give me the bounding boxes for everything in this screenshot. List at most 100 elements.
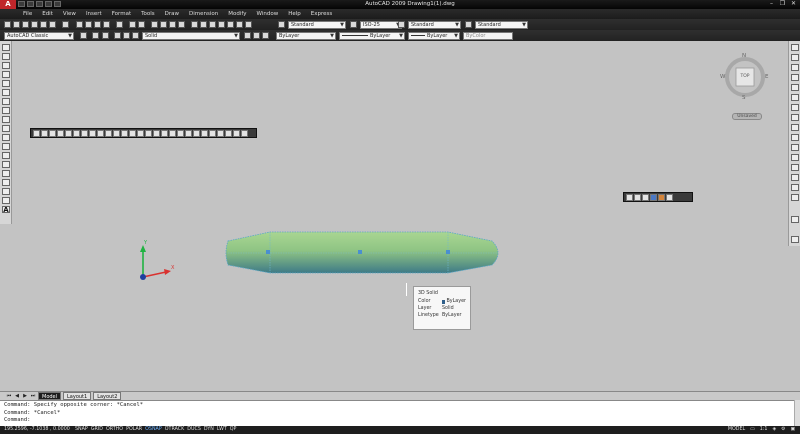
sheet-set-icon[interactable] [218, 21, 225, 28]
subtract-icon[interactable] [161, 129, 168, 137]
menu-format[interactable]: Format [107, 9, 136, 19]
3d-rotate-icon[interactable] [185, 129, 192, 137]
menu-insert[interactable]: Insert [81, 9, 107, 19]
section-plane-icon[interactable] [209, 129, 216, 137]
freeze-icon[interactable] [123, 32, 130, 39]
convert-to-solid-icon[interactable] [233, 129, 240, 137]
array-icon[interactable] [791, 84, 799, 91]
3d-move-icon[interactable] [177, 129, 184, 137]
viewcube[interactable]: TOP N S E W [720, 52, 770, 102]
tab-model[interactable]: Model [38, 392, 62, 400]
multileader-style-icon[interactable] [465, 21, 472, 28]
pan-icon[interactable] [151, 21, 158, 28]
tab-layout1[interactable]: Layout1 [63, 392, 92, 400]
lineweight-select[interactable]: ByLayer ▼ [408, 32, 460, 40]
redo-icon[interactable] [138, 21, 145, 28]
extrude-icon[interactable] [113, 129, 120, 137]
helix-icon[interactable] [97, 129, 104, 137]
move-icon[interactable] [791, 94, 799, 101]
region-icon[interactable] [2, 188, 10, 195]
mirror-icon[interactable] [791, 64, 799, 71]
ellipse-arc-icon[interactable] [2, 134, 10, 141]
layer-state-icon[interactable] [102, 32, 109, 39]
save-icon[interactable] [36, 1, 43, 7]
3d-wireframe-icon[interactable] [634, 193, 641, 201]
sphere-icon[interactable] [65, 129, 72, 137]
dim-style-select[interactable]: ISO-25▼ [360, 21, 402, 29]
polyline-icon[interactable] [2, 62, 10, 69]
sweep-icon[interactable] [129, 129, 136, 137]
polar-toggle[interactable]: POLAR [125, 426, 143, 434]
slice-icon[interactable] [217, 129, 224, 137]
menu-help[interactable]: Help [283, 9, 306, 19]
design-center-icon[interactable] [200, 21, 207, 28]
plot-style-select[interactable]: ByColor [463, 32, 513, 40]
stretch-icon[interactable] [791, 124, 799, 131]
markup-icon[interactable] [227, 21, 234, 28]
3d-align-icon[interactable] [193, 129, 200, 137]
restore-icon[interactable]: ❐ [778, 0, 787, 7]
application-menu-button[interactable]: A [0, 0, 16, 9]
union-icon[interactable] [153, 129, 160, 137]
ortho-toggle[interactable]: ORTHO [105, 426, 124, 434]
tab-layout2[interactable]: Layout2 [93, 392, 122, 400]
calculator-icon[interactable] [236, 21, 243, 28]
lock-icon[interactable] [132, 32, 139, 39]
paste-icon[interactable] [94, 21, 101, 28]
menu-view[interactable]: View [58, 9, 81, 19]
3d-dwf-icon[interactable] [62, 21, 69, 28]
layer-states-icon[interactable] [262, 32, 269, 39]
hatch-icon[interactable] [2, 170, 10, 177]
construction-line-icon[interactable] [2, 53, 10, 60]
3d-hidden-icon[interactable] [642, 193, 649, 201]
rectangle-icon[interactable] [2, 80, 10, 87]
table-icon[interactable] [2, 197, 10, 204]
chamfer-icon[interactable] [791, 174, 799, 181]
lock-icon[interactable]: ▣ [789, 426, 796, 434]
menu-window[interactable]: Window [252, 9, 284, 19]
tool-palettes-icon[interactable] [209, 21, 216, 28]
copy-icon[interactable] [85, 21, 92, 28]
spline-icon[interactable] [2, 116, 10, 123]
lightbulb-icon[interactable] [114, 32, 121, 39]
lwt-toggle[interactable]: LWT [216, 426, 228, 434]
gradient-icon[interactable] [2, 179, 10, 186]
first-tab-icon[interactable]: ⏮ [6, 393, 12, 399]
redo-icon[interactable] [54, 1, 61, 7]
annotation-scale[interactable]: 1:1 [759, 426, 769, 434]
last-tab-icon[interactable]: ⏭ [30, 393, 36, 399]
compass-west[interactable]: W [720, 74, 725, 80]
presspull-icon[interactable] [121, 129, 128, 137]
properties-icon[interactable] [191, 21, 198, 28]
help-icon[interactable] [245, 21, 252, 28]
model-space-toggle[interactable]: MODEL [727, 426, 746, 434]
cone-icon[interactable] [57, 129, 64, 137]
layer-previous-icon[interactable] [253, 32, 260, 39]
block-editor-icon[interactable] [116, 21, 123, 28]
layout-icon[interactable]: ▭ [749, 426, 756, 434]
tool-icon[interactable] [791, 216, 799, 223]
undo-icon[interactable] [129, 21, 136, 28]
erase-icon[interactable] [791, 44, 799, 51]
compass-south[interactable]: S [742, 95, 746, 101]
cylinder-icon[interactable] [73, 129, 80, 137]
text-style-select[interactable]: Standard ▼ [288, 21, 346, 29]
copy-object-icon[interactable] [791, 54, 799, 61]
planar-surface-icon[interactable] [105, 129, 112, 137]
intersect-icon[interactable] [169, 129, 176, 137]
menu-file[interactable]: File [18, 9, 37, 19]
command-window[interactable]: Command: Specify opposite corner: *Cance… [0, 400, 800, 426]
realistic-icon[interactable] [650, 193, 657, 201]
torus-icon[interactable] [81, 129, 88, 137]
conceptual-icon[interactable] [658, 193, 665, 201]
wcs-menu[interactable]: Unsaved [732, 113, 762, 120]
publish-icon[interactable] [49, 21, 56, 28]
fillet-icon[interactable] [791, 184, 799, 191]
arc-icon[interactable] [2, 89, 10, 96]
wedge-icon[interactable] [49, 129, 56, 137]
grid-toggle[interactable]: GRID [90, 426, 104, 434]
workspace-icon[interactable]: ⚙ [780, 426, 786, 434]
plot-icon[interactable] [31, 21, 38, 28]
pyramid-icon[interactable] [89, 129, 96, 137]
menu-dimension[interactable]: Dimension [184, 9, 223, 19]
